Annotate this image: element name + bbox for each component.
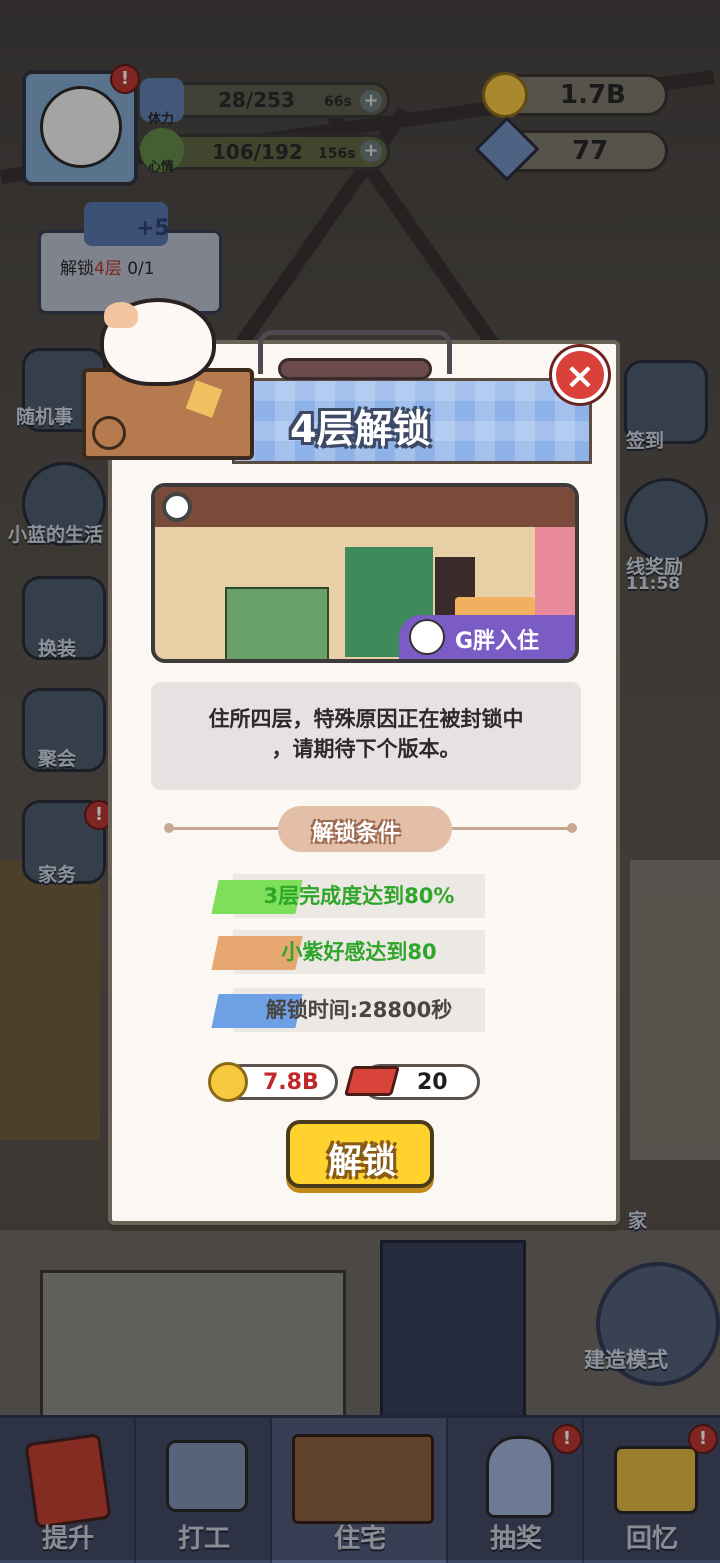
condition-text: 3层完成度达到80% (263, 884, 455, 908)
cat-ear-patch (104, 302, 138, 328)
tenant-avatar-icon (409, 619, 445, 655)
unlock-button[interactable]: 解锁 (286, 1120, 434, 1188)
brick-icon (343, 1066, 401, 1096)
divider-dot (567, 823, 577, 833)
description-line-1: 住所四层，特殊原因正在被封锁中 (208, 707, 524, 731)
description-line-2: ，请期待下个版本。 (271, 737, 461, 761)
preview-roof (155, 487, 575, 527)
conditions-header: 解锁条件 (278, 806, 452, 852)
divider-line (450, 827, 568, 830)
tenant-text: G胖入住 (455, 629, 540, 654)
description-box: 住所四层，特殊原因正在被封锁中 ，请期待下个版本。 (151, 682, 581, 790)
pin-icon (162, 492, 192, 522)
close-button[interactable]: × (552, 347, 608, 403)
condition-row: 3层完成度达到80% (211, 874, 485, 918)
clipboard-clip (278, 358, 432, 380)
condition-text: 解锁时间:28800秒 (265, 998, 453, 1022)
preview-curtain (535, 527, 575, 617)
condition-text: 小紫好感达到80 (281, 940, 437, 964)
brick-cost-value: 20 (417, 1070, 448, 1095)
floor-preview-image: G胖入住 (151, 483, 579, 663)
coin-icon (208, 1062, 248, 1102)
condition-row: 小紫好感达到80 (211, 930, 485, 974)
preview-shower (225, 587, 329, 659)
tenant-badge: G胖入住 (399, 615, 575, 659)
box-wheel (92, 416, 126, 450)
conditions-header-text: 解锁条件 (312, 821, 401, 846)
unlock-button-label: 解锁 (328, 1142, 396, 1182)
dialog-title: 4层解锁 (290, 407, 431, 451)
coin-cost-value: 7.8B (263, 1070, 319, 1095)
condition-row: 解锁时间:28800秒 (211, 988, 485, 1032)
divider-line (172, 827, 282, 830)
